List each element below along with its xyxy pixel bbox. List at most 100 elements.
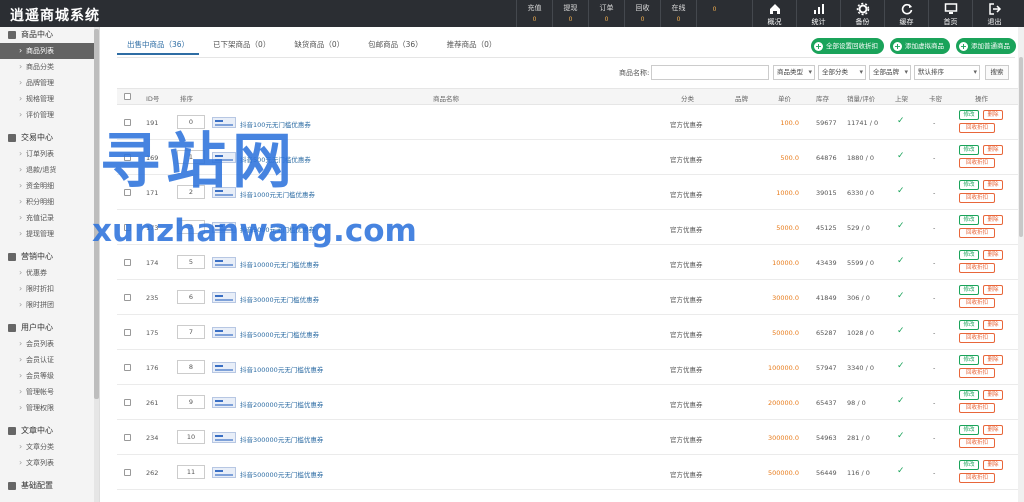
recycle-discount-button[interactable]: 回收折扣 bbox=[959, 263, 995, 273]
sidebar-item[interactable]: 文章分类 bbox=[0, 439, 99, 455]
sidebar-item[interactable]: 品牌管理 bbox=[0, 75, 99, 91]
sidebar-item[interactable]: 提现管理 bbox=[0, 226, 99, 242]
delete-button[interactable]: 删除 bbox=[983, 180, 1003, 190]
product-name-link[interactable]: 抖音50000元无门槛优惠券 bbox=[240, 329, 319, 339]
recycle-discount-button[interactable]: 回收折扣 bbox=[959, 158, 995, 168]
edit-button[interactable]: 修改 bbox=[959, 355, 979, 365]
stat-3[interactable]: 回收 0 bbox=[624, 0, 660, 27]
listed-check-icon[interactable]: ✓ bbox=[897, 326, 905, 336]
edit-button[interactable]: 修改 bbox=[959, 250, 979, 260]
product-name-link[interactable]: 抖音100000元无门槛优惠券 bbox=[240, 364, 323, 374]
action-button-1[interactable]: + 添加虚拟商品 bbox=[890, 38, 950, 54]
delete-button[interactable]: 删除 bbox=[983, 145, 1003, 155]
sort-input[interactable]: 5 bbox=[177, 255, 205, 269]
sidebar-group-title[interactable]: 用户中心 bbox=[0, 320, 99, 336]
tool-logout[interactable]: 退出 bbox=[972, 0, 1016, 27]
edit-button[interactable]: 修改 bbox=[959, 215, 979, 225]
sidebar-item[interactable]: 规格管理 bbox=[0, 91, 99, 107]
row-checkbox[interactable] bbox=[124, 364, 131, 371]
listed-check-icon[interactable]: ✓ bbox=[897, 256, 905, 266]
page-scrollbar[interactable] bbox=[1018, 27, 1024, 502]
sidebar-item[interactable]: 资金明细 bbox=[0, 178, 99, 194]
page-scroll-thumb[interactable] bbox=[1019, 57, 1023, 237]
sidebar-item[interactable]: 积分明细 bbox=[0, 194, 99, 210]
row-checkbox[interactable] bbox=[124, 294, 131, 301]
stat-5[interactable]: 0 bbox=[696, 0, 732, 27]
listed-check-icon[interactable]: ✓ bbox=[897, 186, 905, 196]
delete-button[interactable]: 删除 bbox=[983, 110, 1003, 120]
search-button[interactable]: 搜索 bbox=[985, 65, 1009, 80]
stat-0[interactable]: 充值 0 bbox=[516, 0, 552, 27]
row-checkbox[interactable] bbox=[124, 399, 131, 406]
sidebar-item[interactable]: 优惠券 bbox=[0, 265, 99, 281]
recycle-discount-button[interactable]: 回收折扣 bbox=[959, 368, 995, 378]
recycle-discount-button[interactable]: 回收折扣 bbox=[959, 193, 995, 203]
tab-2[interactable]: 缺货商品（0） bbox=[284, 35, 354, 55]
delete-button[interactable]: 删除 bbox=[983, 355, 1003, 365]
tool-monitor[interactable]: 首页 bbox=[928, 0, 972, 27]
product-name-link[interactable]: 抖音500000元无门槛优惠券 bbox=[240, 469, 323, 479]
listed-check-icon[interactable]: ✓ bbox=[897, 221, 905, 231]
row-checkbox[interactable] bbox=[124, 259, 131, 266]
stat-4[interactable]: 在线 0 bbox=[660, 0, 696, 27]
edit-button[interactable]: 修改 bbox=[959, 425, 979, 435]
tool-bar-chart[interactable]: 统计 bbox=[796, 0, 840, 27]
sidebar-item[interactable]: 订单列表 bbox=[0, 146, 99, 162]
sidebar-scrollbar[interactable] bbox=[94, 27, 99, 502]
product-name-link[interactable]: 抖音200000元无门槛优惠券 bbox=[240, 399, 323, 409]
row-checkbox[interactable] bbox=[124, 469, 131, 476]
listed-check-icon[interactable]: ✓ bbox=[897, 361, 905, 371]
delete-button[interactable]: 删除 bbox=[983, 390, 1003, 400]
sidebar-group-title[interactable]: 交易中心 bbox=[0, 130, 99, 146]
sort-input[interactable]: 9 bbox=[177, 395, 205, 409]
tab-4[interactable]: 推荐商品（0） bbox=[437, 35, 507, 55]
sort-input[interactable]: 11 bbox=[177, 465, 205, 479]
sidebar-group-title[interactable]: 商品中心 bbox=[0, 27, 99, 43]
recycle-discount-button[interactable]: 回收折扣 bbox=[959, 228, 995, 238]
sidebar-item[interactable]: 评价管理 bbox=[0, 107, 99, 123]
listed-check-icon[interactable]: ✓ bbox=[897, 116, 905, 126]
recycle-discount-button[interactable]: 回收折扣 bbox=[959, 333, 995, 343]
stat-2[interactable]: 订单 0 bbox=[588, 0, 624, 27]
delete-button[interactable]: 删除 bbox=[983, 425, 1003, 435]
tool-gear[interactable]: 备份 bbox=[840, 0, 884, 27]
category-select[interactable]: 全部分类 bbox=[818, 65, 866, 80]
sidebar-item[interactable]: 文章列表 bbox=[0, 455, 99, 471]
sidebar-item[interactable]: 会员列表 bbox=[0, 336, 99, 352]
product-name-link[interactable]: 抖音10000元无门槛优惠券 bbox=[240, 259, 319, 269]
recycle-discount-button[interactable]: 回收折扣 bbox=[959, 298, 995, 308]
listed-check-icon[interactable]: ✓ bbox=[897, 151, 905, 161]
recycle-discount-button[interactable]: 回收折扣 bbox=[959, 403, 995, 413]
recycle-discount-button[interactable]: 回收折扣 bbox=[959, 438, 995, 448]
listed-check-icon[interactable]: ✓ bbox=[897, 291, 905, 301]
row-checkbox[interactable] bbox=[124, 329, 131, 336]
edit-button[interactable]: 修改 bbox=[959, 320, 979, 330]
listed-check-icon[interactable]: ✓ bbox=[897, 466, 905, 476]
brand-select[interactable]: 全部品牌 bbox=[869, 65, 911, 80]
sidebar-item[interactable]: 会员认证 bbox=[0, 352, 99, 368]
recycle-discount-button[interactable]: 回收折扣 bbox=[959, 473, 995, 483]
sidebar-item[interactable]: 商品列表 bbox=[0, 43, 99, 59]
sidebar-item[interactable]: 商品分类 bbox=[0, 59, 99, 75]
tab-3[interactable]: 包邮商品（36） bbox=[358, 35, 433, 55]
type-select[interactable]: 商品类型 bbox=[773, 65, 815, 80]
edit-button[interactable]: 修改 bbox=[959, 180, 979, 190]
stat-1[interactable]: 提现 0 bbox=[552, 0, 588, 27]
sort-input[interactable]: 6 bbox=[177, 290, 205, 304]
tool-home[interactable]: 概况 bbox=[752, 0, 796, 27]
sidebar-item[interactable]: 退款/退货 bbox=[0, 162, 99, 178]
select-all-checkbox[interactable] bbox=[124, 93, 131, 100]
tab-1[interactable]: 已下架商品（0） bbox=[203, 35, 280, 55]
sort-input[interactable]: 8 bbox=[177, 360, 205, 374]
listed-check-icon[interactable]: ✓ bbox=[897, 396, 905, 406]
recycle-discount-button[interactable]: 回收折扣 bbox=[959, 123, 995, 133]
product-name-link[interactable]: 抖音300000元无门槛优惠券 bbox=[240, 434, 323, 444]
sidebar-item[interactable]: 限时折扣 bbox=[0, 281, 99, 297]
tab-0[interactable]: 出售中商品（36） bbox=[117, 35, 200, 55]
listed-check-icon[interactable]: ✓ bbox=[897, 431, 905, 441]
sidebar-item[interactable]: 管理权限 bbox=[0, 400, 99, 416]
delete-button[interactable]: 删除 bbox=[983, 320, 1003, 330]
sort-select[interactable]: 默认排序 bbox=[914, 65, 980, 80]
delete-button[interactable]: 删除 bbox=[983, 460, 1003, 470]
sidebar-item[interactable]: 限时拼团 bbox=[0, 297, 99, 313]
